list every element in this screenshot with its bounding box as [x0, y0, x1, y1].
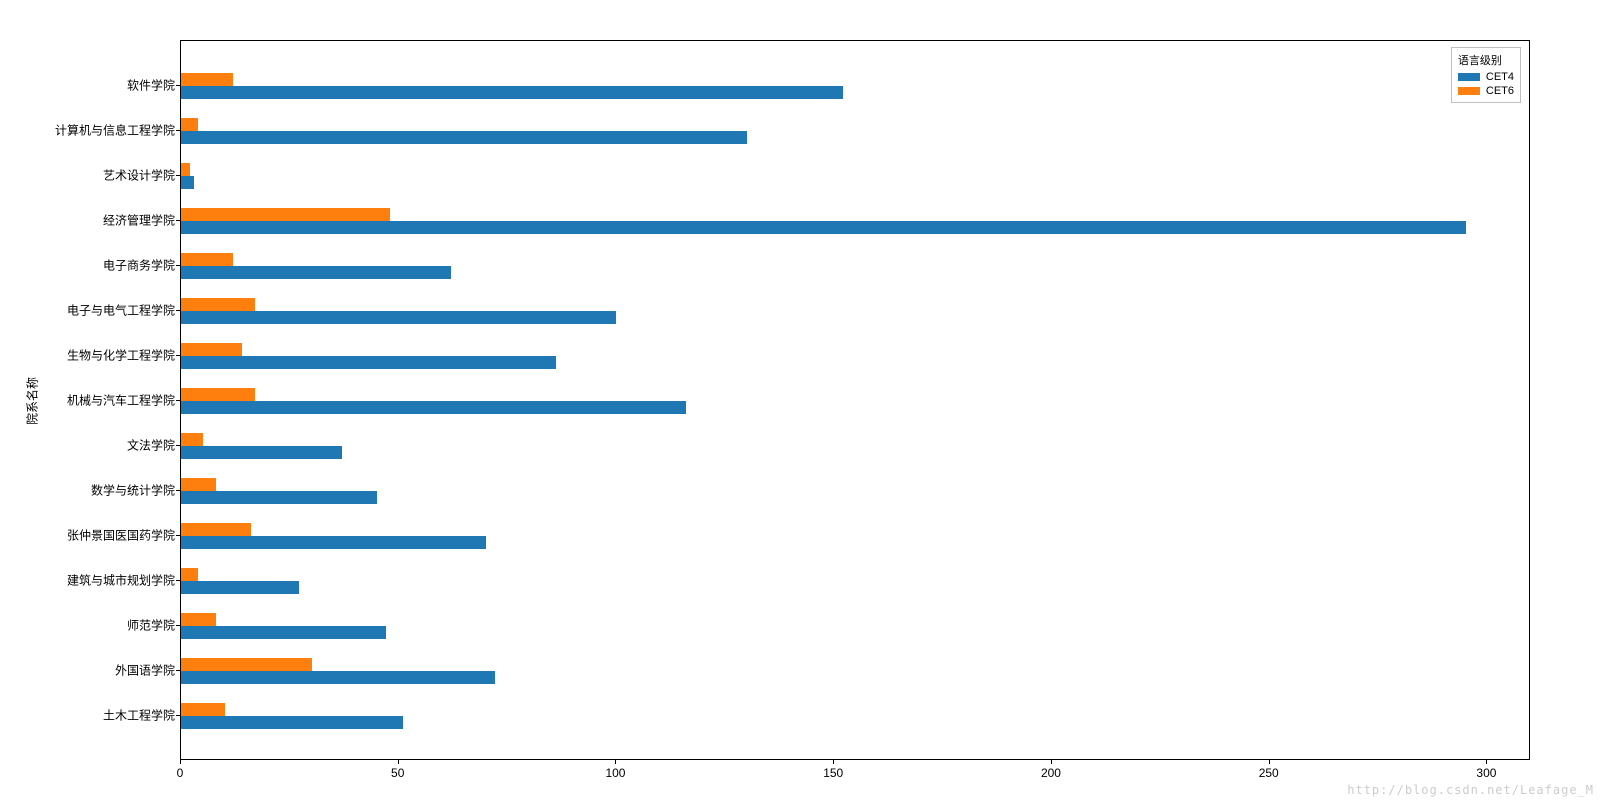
x-tick-mark — [615, 760, 616, 764]
x-tick-label: 0 — [177, 766, 184, 780]
y-tick-label: 张仲景国医国药学院 — [67, 527, 175, 544]
bars-container — [181, 41, 1529, 759]
bar-cet6 — [181, 73, 233, 86]
bar-cet4 — [181, 221, 1466, 234]
bar-cet6 — [181, 658, 312, 671]
legend-item-cet6: CET6 — [1458, 84, 1514, 98]
bar-cet6 — [181, 208, 390, 221]
y-axis-ticks: 软件学院计算机与信息工程学院艺术设计学院经济管理学院电子商务学院电子与电气工程学… — [0, 40, 175, 760]
bar-cet6 — [181, 163, 190, 176]
legend: 语言级别 CET4 CET6 — [1451, 47, 1521, 103]
bar-cet4 — [181, 86, 843, 99]
bar-cet4 — [181, 446, 342, 459]
bar-cet4 — [181, 491, 377, 504]
bar-cet6 — [181, 478, 216, 491]
y-tick-label: 艺术设计学院 — [103, 167, 175, 184]
bar-cet4 — [181, 401, 686, 414]
x-tick-label: 300 — [1476, 766, 1496, 780]
x-tick-label: 150 — [823, 766, 843, 780]
y-tick-label: 土木工程学院 — [103, 707, 175, 724]
y-tick-label: 经济管理学院 — [103, 212, 175, 229]
watermark: http://blog.csdn.net/Leafage_M — [1347, 783, 1594, 797]
bar-cet4 — [181, 311, 616, 324]
bar-cet6 — [181, 343, 242, 356]
bar-cet4 — [181, 716, 403, 729]
x-axis-ticks: 0 50 100 150 200 250 300 — [180, 760, 1530, 790]
bar-cet4 — [181, 131, 747, 144]
y-tick-label: 计算机与信息工程学院 — [55, 122, 175, 139]
bar-cet4 — [181, 581, 299, 594]
x-tick-mark — [1051, 760, 1052, 764]
x-tick-label: 100 — [605, 766, 625, 780]
bar-cet6 — [181, 253, 233, 266]
y-tick-label: 外国语学院 — [115, 662, 175, 679]
x-tick-label: 50 — [391, 766, 404, 780]
x-tick-mark — [180, 760, 181, 764]
legend-title: 语言级别 — [1458, 52, 1514, 68]
bar-cet4 — [181, 266, 451, 279]
y-tick-label: 电子商务学院 — [103, 257, 175, 274]
x-tick-mark — [833, 760, 834, 764]
bar-cet4 — [181, 176, 194, 189]
y-tick-label: 电子与电气工程学院 — [67, 302, 175, 319]
y-tick-label: 生物与化学工程学院 — [67, 347, 175, 364]
bar-cet4 — [181, 671, 495, 684]
x-tick-label: 200 — [1041, 766, 1061, 780]
legend-label-cet4: CET4 — [1486, 70, 1514, 84]
x-tick-mark — [398, 760, 399, 764]
x-tick-mark — [1486, 760, 1487, 764]
bar-cet6 — [181, 298, 255, 311]
y-tick-label: 机械与汽车工程学院 — [67, 392, 175, 409]
bar-cet6 — [181, 568, 198, 581]
x-tick-mark — [1269, 760, 1270, 764]
bar-cet6 — [181, 523, 251, 536]
plot-area: 语言级别 CET4 CET6 — [180, 40, 1530, 760]
bar-cet6 — [181, 388, 255, 401]
y-tick-label: 建筑与城市规划学院 — [67, 572, 175, 589]
bar-cet6 — [181, 613, 216, 626]
bar-cet6 — [181, 433, 203, 446]
bar-cet4 — [181, 536, 486, 549]
legend-item-cet4: CET4 — [1458, 70, 1514, 84]
bar-cet6 — [181, 703, 225, 716]
y-tick-label: 软件学院 — [127, 77, 175, 94]
y-tick-label: 文法学院 — [127, 437, 175, 454]
bar-cet6 — [181, 118, 198, 131]
bar-cet4 — [181, 356, 556, 369]
y-tick-label: 师范学院 — [127, 617, 175, 634]
legend-swatch-cet4 — [1458, 73, 1480, 81]
bar-cet4 — [181, 626, 386, 639]
legend-swatch-cet6 — [1458, 87, 1480, 95]
x-tick-label: 250 — [1259, 766, 1279, 780]
legend-label-cet6: CET6 — [1486, 84, 1514, 98]
y-tick-label: 数学与统计学院 — [91, 482, 175, 499]
